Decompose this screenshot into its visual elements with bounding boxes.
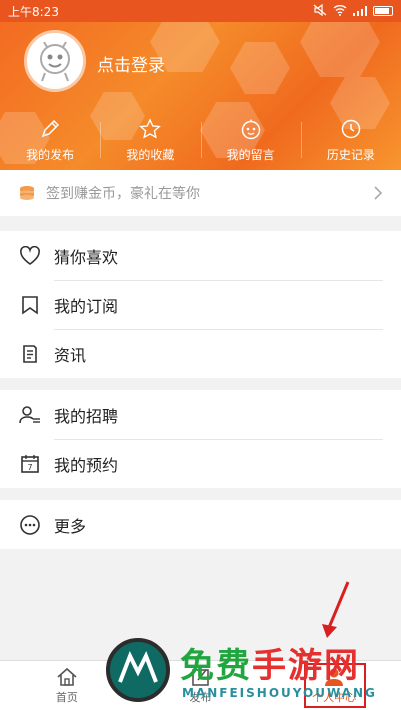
- more-icon: [18, 513, 42, 537]
- tab-post[interactable]: 发布: [134, 661, 268, 710]
- person-list-icon: [18, 403, 42, 427]
- menu-item-label: 我的预约: [54, 455, 119, 475]
- pencil-icon: [41, 119, 60, 137]
- checkin-banner[interactable]: 签到赚金币，豪礼在等你: [0, 170, 401, 216]
- menu-item-label: 更多: [54, 516, 87, 536]
- menu-item-news[interactable]: 资讯: [0, 329, 401, 378]
- bookmark-icon: [18, 293, 42, 317]
- header-nav-history[interactable]: 历史记录: [300, 112, 401, 168]
- tab-home[interactable]: 首页: [0, 661, 134, 710]
- chevron-right-icon: [374, 186, 383, 200]
- wifi-icon: [333, 4, 347, 19]
- checkin-text: 签到赚金币，豪礼在等你: [46, 186, 200, 202]
- header-nav-label: 历史记录: [326, 147, 375, 162]
- coins-icon: [20, 186, 34, 200]
- battery-icon: [373, 6, 393, 16]
- menu-item-label: 猜你喜欢: [54, 247, 119, 267]
- status-bar: 上午8:23: [0, 0, 401, 22]
- menu-group-3: 更多: [0, 500, 401, 549]
- menu-item-appointments[interactable]: 7 我的预约: [0, 439, 401, 488]
- heart-icon: [18, 244, 42, 268]
- header-nav: 我的发布 我的收藏 我的留言 历史记录: [0, 112, 401, 168]
- status-time: 上午8:23: [8, 4, 59, 19]
- edit-icon: [191, 668, 209, 686]
- signal-icon: [353, 6, 367, 16]
- home-icon: [57, 667, 77, 686]
- header-nav-favorites[interactable]: 我的收藏: [100, 112, 200, 168]
- annotation-highlight-box: [304, 663, 366, 708]
- menu-item-more[interactable]: 更多: [0, 500, 401, 549]
- menu-item-guess-you-like[interactable]: 猜你喜欢: [0, 231, 401, 280]
- default-avatar-icon: [40, 41, 70, 82]
- menu-group-1: 猜你喜欢 我的订阅 资讯: [0, 231, 401, 378]
- tab-label: 发布: [189, 690, 212, 704]
- profile-header: 点击登录 我的发布 我的收藏 我的留言 历史记录: [0, 22, 401, 170]
- tab-label: 首页: [55, 690, 78, 704]
- header-nav-label: 我的留言: [226, 147, 275, 162]
- mute-icon: [313, 3, 327, 19]
- menu-item-label: 资讯: [54, 345, 87, 365]
- menu-group-2: 我的招聘 7 我的预约: [0, 390, 401, 488]
- menu-item-recruitment[interactable]: 我的招聘: [0, 390, 401, 439]
- header-nav-messages[interactable]: 我的留言: [200, 112, 301, 168]
- menu-item-subscriptions[interactable]: 我的订阅: [0, 280, 401, 329]
- news-icon: [18, 342, 42, 366]
- calendar-icon: 7: [18, 452, 42, 476]
- clock-icon: [341, 119, 361, 138]
- avatar[interactable]: [24, 30, 86, 92]
- svg-text:7: 7: [27, 463, 32, 472]
- annotation-arrow: [322, 581, 350, 638]
- face-icon: [241, 119, 260, 139]
- status-icons: [313, 3, 393, 19]
- header-nav-my-posts[interactable]: 我的发布: [0, 112, 100, 168]
- login-link[interactable]: 点击登录: [97, 51, 165, 76]
- header-nav-label: 我的收藏: [126, 147, 175, 162]
- menu-item-label: 我的订阅: [54, 296, 119, 316]
- header-nav-label: 我的发布: [26, 147, 75, 162]
- menu-item-label: 我的招聘: [54, 406, 119, 426]
- star-icon: [139, 117, 162, 139]
